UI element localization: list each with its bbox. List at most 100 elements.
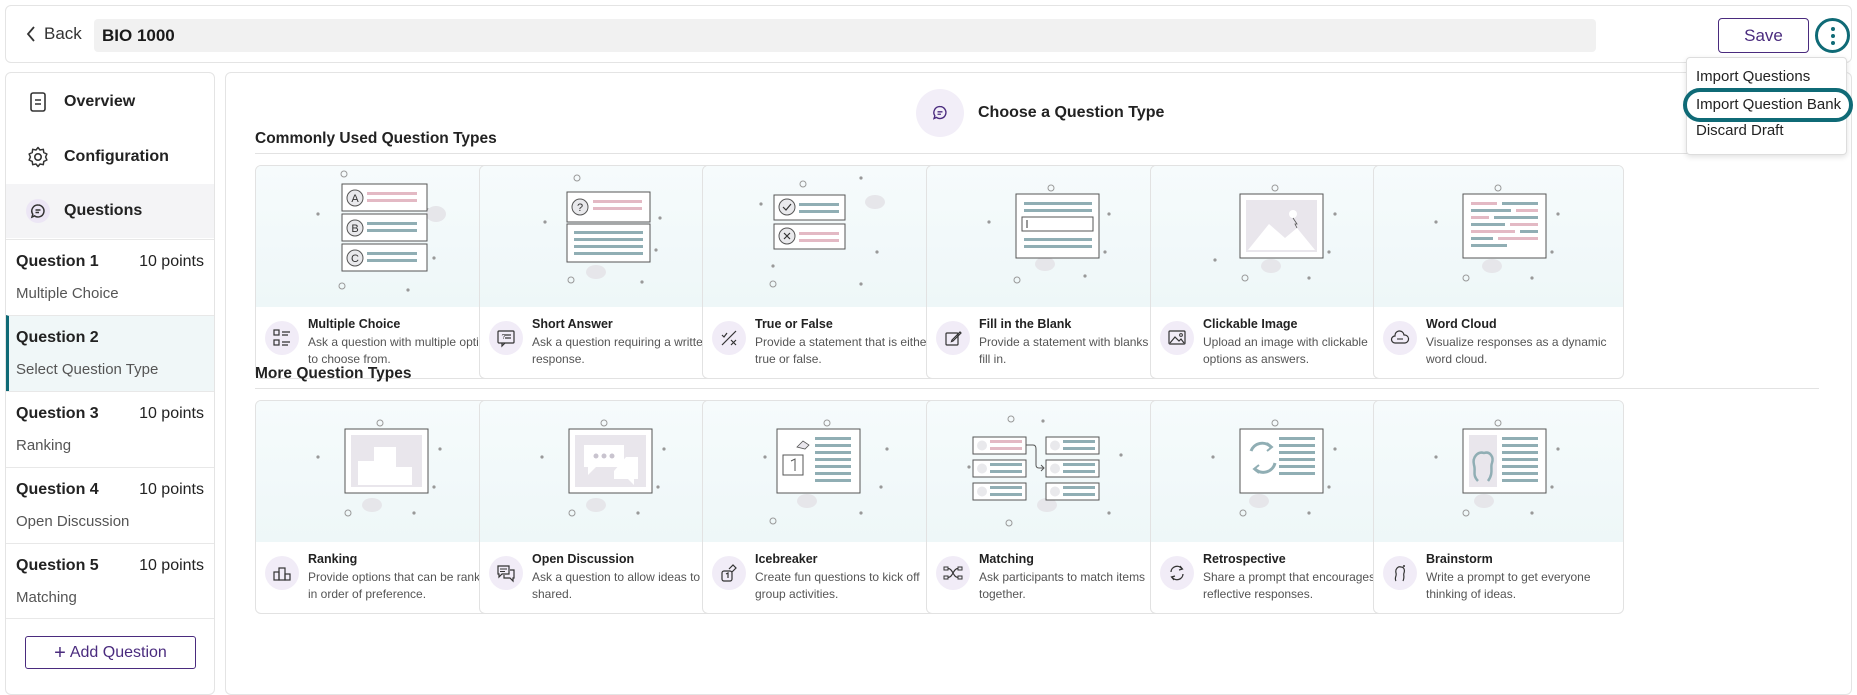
section-divider bbox=[255, 153, 1819, 154]
question-list-item[interactable]: Question 3 10 points Ranking bbox=[6, 391, 214, 467]
chat-icon bbox=[916, 89, 964, 137]
question-title: Question 2 bbox=[16, 329, 99, 346]
more-vertical-icon bbox=[1830, 26, 1835, 45]
card-title: Ranking bbox=[308, 552, 358, 566]
cycle-icon bbox=[1160, 556, 1194, 590]
fill-blank-illustration bbox=[927, 166, 1176, 307]
sidebar-item-overview[interactable]: Overview bbox=[6, 75, 214, 129]
add-question-label: Add Question bbox=[69, 643, 167, 661]
question-type: Multiple Choice bbox=[16, 285, 119, 302]
choose-question-type-header: Choose a Question Type bbox=[916, 89, 1164, 137]
discussion-icon bbox=[489, 556, 523, 590]
card-description: Ask a question to allow ideas to be shar… bbox=[532, 570, 717, 601]
multiple-choice-illustration: A B C bbox=[256, 166, 505, 307]
title-input[interactable]: BIO 1000 bbox=[94, 19, 1596, 52]
podium-icon bbox=[265, 556, 299, 590]
card-description: Ask a question requiring a written respo… bbox=[532, 335, 710, 366]
brainstorm-icon bbox=[1383, 556, 1417, 590]
shuffle-icon bbox=[936, 556, 970, 590]
card-description: Provide a statement with blanks to fill … bbox=[979, 335, 1162, 366]
question-points: 10 points bbox=[139, 557, 204, 574]
svg-text:B: B bbox=[351, 223, 358, 235]
question-list-item[interactable]: Question 4 10 points Open Discussion bbox=[6, 467, 214, 543]
svg-text:?: ? bbox=[502, 334, 506, 341]
svg-text:A: A bbox=[351, 193, 359, 205]
card-title: Icebreaker bbox=[755, 552, 818, 566]
back-button[interactable]: Back bbox=[26, 24, 82, 44]
sidebar-item-configuration[interactable]: Configuration bbox=[6, 130, 214, 184]
question-list-item[interactable]: Question 5 10 points Matching bbox=[6, 543, 214, 619]
card-true-or-false[interactable]: True or False Provide a statement that i… bbox=[702, 165, 953, 379]
card-word-cloud[interactable]: Word Cloud Visualize responses as a dyna… bbox=[1373, 165, 1624, 379]
question-points: 10 points bbox=[139, 405, 204, 422]
section-divider bbox=[255, 388, 1819, 389]
menu-item-import-questions[interactable]: Import Questions bbox=[1696, 68, 1810, 85]
svg-text:C: C bbox=[351, 253, 359, 265]
card-title: Fill in the Blank bbox=[979, 317, 1072, 331]
chevron-left-icon bbox=[26, 26, 35, 42]
card-title: Multiple Choice bbox=[308, 317, 401, 331]
short-answer-icon: ? bbox=[489, 321, 523, 355]
retrospective-illustration bbox=[1151, 401, 1400, 542]
save-button[interactable]: Save bbox=[1718, 18, 1809, 53]
card-brainstorm[interactable]: Brainstorm Write a prompt to get everyon… bbox=[1373, 400, 1624, 614]
cloud-icon bbox=[1383, 321, 1417, 355]
card-description: Visualize responses as a dynamic word cl… bbox=[1426, 335, 1607, 366]
svg-text:?: ? bbox=[577, 202, 583, 214]
card-icebreaker[interactable]: Icebreaker Create fun questions to kick … bbox=[702, 400, 953, 614]
card-description: Provide options that can be ranked in or… bbox=[308, 570, 494, 601]
back-label: Back bbox=[44, 24, 82, 43]
image-icon bbox=[1160, 321, 1194, 355]
card-fill-in-the-blank[interactable]: Fill in the Blank Provide a statement wi… bbox=[926, 165, 1177, 379]
card-open-discussion[interactable]: Open Discussion Ask a question to allow … bbox=[479, 400, 730, 614]
sidebar-item-label: Overview bbox=[64, 93, 136, 110]
plus-icon: + bbox=[54, 641, 66, 664]
clickable-image-illustration bbox=[1151, 166, 1400, 307]
options-menu: Import Questions Import Question Bank Di… bbox=[1683, 57, 1853, 155]
card-description: Ask a question with multiple options to … bbox=[308, 335, 499, 366]
word-cloud-illustration bbox=[1374, 166, 1623, 307]
card-title: Retrospective bbox=[1203, 552, 1286, 566]
sidebar: Overview Configuration Questions Questio… bbox=[5, 72, 215, 695]
card-title: Short Answer bbox=[532, 317, 613, 331]
add-question-button[interactable]: + Add Question bbox=[25, 636, 196, 669]
chat-icon bbox=[26, 199, 50, 223]
question-points: 10 points bbox=[139, 253, 204, 270]
card-matching[interactable]: Matching Ask participants to match items… bbox=[926, 400, 1177, 614]
top-bar: Back BIO 1000 Save bbox=[5, 5, 1852, 63]
question-list-item[interactable]: Question 1 10 points Multiple Choice bbox=[6, 239, 214, 315]
page-title: Choose a Question Type bbox=[978, 104, 1165, 121]
card-ranking[interactable]: Ranking Provide options that can be rank… bbox=[255, 400, 506, 614]
card-clickable-image[interactable]: Clickable Image Upload an image with cli… bbox=[1150, 165, 1401, 379]
card-title: Brainstorm bbox=[1426, 552, 1493, 566]
sidebar-item-questions[interactable]: Questions bbox=[6, 184, 214, 238]
card-description: Ask participants to match items together… bbox=[979, 570, 1146, 601]
edit-icon bbox=[936, 321, 970, 355]
card-title: True or False bbox=[755, 317, 833, 331]
card-title: Word Cloud bbox=[1426, 317, 1497, 331]
icebreaker-illustration bbox=[703, 401, 952, 542]
card-description: Provide a statement that is either true … bbox=[755, 335, 931, 366]
card-description: Write a prompt to get everyone thinking … bbox=[1426, 570, 1591, 601]
menu-item-discard-draft[interactable]: Discard Draft bbox=[1696, 122, 1784, 139]
card-title: Clickable Image bbox=[1203, 317, 1298, 331]
open-discussion-illustration bbox=[480, 401, 729, 542]
card-title: Matching bbox=[979, 552, 1034, 566]
menu-item-import-question-bank[interactable]: Import Question Bank bbox=[1683, 88, 1853, 122]
card-description: Share a prompt that encourages reflectiv… bbox=[1203, 570, 1376, 601]
card-retrospective[interactable]: Retrospective Share a prompt that encour… bbox=[1150, 400, 1401, 614]
question-list-item-selected[interactable]: Question 2 Select Question Type bbox=[6, 315, 214, 391]
question-title: Question 3 bbox=[16, 405, 99, 422]
question-title: Question 4 bbox=[16, 481, 99, 498]
sidebar-item-label: Questions bbox=[64, 202, 143, 219]
card-short-answer[interactable]: ? ? Short Answer Ask a question requirin… bbox=[479, 165, 730, 379]
card-title: Open Discussion bbox=[532, 552, 635, 566]
card-multiple-choice[interactable]: A B C Multiple Choice Ask a question wit… bbox=[255, 165, 506, 379]
section-title-more: More Question Types bbox=[255, 365, 412, 382]
more-options-button[interactable] bbox=[1815, 18, 1850, 53]
section-title-common: Commonly Used Question Types bbox=[255, 130, 497, 147]
matching-illustration bbox=[927, 401, 1176, 542]
sidebar-item-label: Configuration bbox=[64, 148, 169, 165]
main-panel: Choose a Question Type Commonly Used Que… bbox=[225, 72, 1852, 695]
card-description: Create fun questions to kick off group a… bbox=[755, 570, 920, 601]
